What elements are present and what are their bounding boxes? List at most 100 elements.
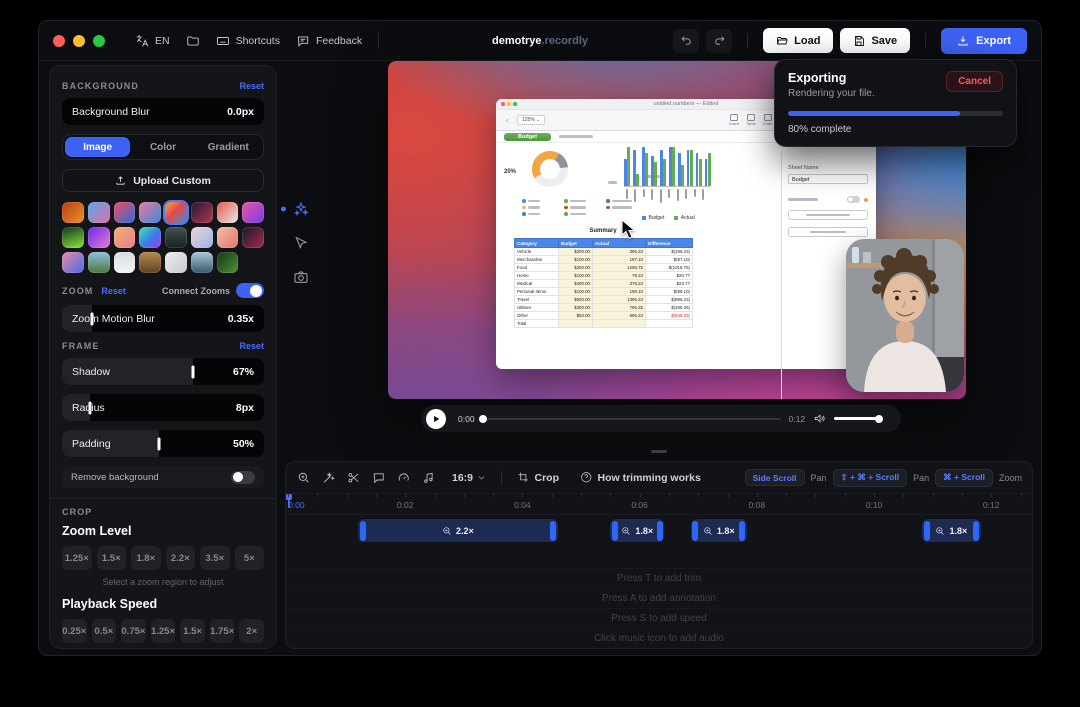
zoom-region-chip[interactable]: 1.8×: [610, 519, 664, 542]
zoom-level-option-1.25x[interactable]: 1.25×: [62, 546, 92, 570]
feedback-button[interactable]: Feedback: [288, 30, 370, 52]
volume-handle[interactable]: [875, 415, 883, 423]
thumbnail-pink-purple[interactable]: [242, 202, 264, 223]
fullscreen-window-button[interactable]: [93, 35, 105, 47]
redo-button[interactable]: [706, 29, 732, 53]
zoom-level-option-5x[interactable]: 5×: [235, 546, 265, 570]
speed-option-0.5x[interactable]: 0.5×: [92, 619, 117, 643]
region-handle-left[interactable]: [612, 521, 618, 541]
thumbnail-white-marble[interactable]: [165, 252, 187, 273]
volume-slider[interactable]: [834, 417, 880, 420]
speed-option-1.5x[interactable]: 1.5×: [180, 619, 205, 643]
connect-zooms-toggle[interactable]: [236, 283, 264, 298]
background-tab-image[interactable]: Image: [65, 137, 130, 157]
speed-button[interactable]: [396, 470, 412, 486]
region-handle-left[interactable]: [924, 521, 930, 541]
region-handle-left[interactable]: [692, 521, 698, 541]
zoom-region-chip[interactable]: 1.8×: [922, 519, 981, 542]
speed-option-0.75x[interactable]: 0.75×: [121, 619, 146, 643]
frame-padding-slider[interactable]: Padding50%: [62, 430, 264, 457]
inspector-toggle[interactable]: [847, 196, 860, 203]
thumbnail-dark-red-curve[interactable]: [242, 227, 264, 248]
volume-icon[interactable]: [813, 412, 826, 425]
background-tab-color[interactable]: Color: [130, 137, 195, 157]
frame-reset-link[interactable]: Reset: [239, 341, 264, 351]
crop-button[interactable]: Crop: [511, 470, 565, 485]
thumbnail-bigsur-red-blue[interactable]: [114, 202, 136, 223]
zoom-level-option-1.5x[interactable]: 1.5×: [97, 546, 127, 570]
projects-button[interactable]: [178, 30, 208, 52]
thumbnail-bigsur-dark[interactable]: [191, 202, 213, 223]
thumbnail-lake-mountains[interactable]: [191, 252, 213, 273]
shortcuts-button[interactable]: Shortcuts: [208, 30, 288, 52]
how-trimming-works-button[interactable]: How trimming works: [574, 470, 707, 485]
thumbnail-pastel-swirl[interactable]: [191, 227, 213, 248]
frame-radius-slider[interactable]: Radius8px: [62, 394, 264, 421]
zoom-level-option-1.8x[interactable]: 1.8×: [131, 546, 161, 570]
sheet-name-input[interactable]: Budget: [788, 174, 868, 184]
region-handle-right[interactable]: [739, 521, 745, 541]
slider-handle[interactable]: [192, 365, 195, 378]
thumbnail-aurora-green[interactable]: [62, 227, 84, 248]
thumbnail-pink-sand[interactable]: [217, 227, 239, 248]
timeline-ruler[interactable]: 0:000:020:040:060:080:100:12: [286, 494, 1032, 515]
background-reset-link[interactable]: Reset: [239, 81, 264, 91]
thumbnail-poppy-orange[interactable]: [62, 202, 84, 223]
export-button[interactable]: Export: [941, 28, 1027, 54]
camera-tool-button[interactable]: [287, 265, 315, 289]
close-window-button[interactable]: [53, 35, 65, 47]
seek-handle[interactable]: [479, 415, 487, 423]
thumbnail-airplane-white[interactable]: [114, 252, 136, 273]
seek-bar[interactable]: [481, 418, 781, 420]
speed-option-1.75x[interactable]: 1.75×: [210, 619, 235, 643]
inspector-button[interactable]: [788, 227, 868, 237]
region-handle-right[interactable]: [973, 521, 979, 541]
zoom-motion-blur-slider[interactable]: Zoom Motion Blur 0.35x: [62, 305, 264, 332]
inspector-button[interactable]: [788, 210, 868, 220]
undo-button[interactable]: [673, 29, 699, 53]
region-handle-left[interactable]: [360, 521, 366, 541]
speed-option-1.25x[interactable]: 1.25×: [151, 619, 176, 643]
thumbnail-bamboo-green[interactable]: [217, 252, 239, 273]
background-blur-slider[interactable]: Background Blur 0.0px: [62, 98, 264, 125]
thumbnail-bigsur-colorful[interactable]: [165, 202, 187, 223]
background-tab-gradient[interactable]: Gradient: [196, 137, 261, 157]
thumbnail-rainbow-silk[interactable]: [139, 227, 161, 248]
remove-background-toggle[interactable]: [231, 471, 255, 484]
thumbnail-peach-pink[interactable]: [114, 227, 136, 248]
zoom-level-option-3.5x[interactable]: 3.5×: [200, 546, 230, 570]
speed-option-0.25x[interactable]: 0.25×: [62, 619, 87, 643]
thumbnail-silk-pink-blue[interactable]: [62, 252, 84, 273]
upload-custom-button[interactable]: Upload Custom: [62, 169, 264, 192]
annotation-button[interactable]: [371, 470, 387, 486]
speed-option-2x[interactable]: 2×: [239, 619, 264, 643]
thumbnail-autumn-forest[interactable]: [139, 252, 161, 273]
thumbnail-aurora-blue-pink[interactable]: [88, 202, 110, 223]
magic-trim-button[interactable]: [321, 470, 337, 486]
thumbnail-purple-pink[interactable]: [88, 227, 110, 248]
thumbnail-wave-red-white[interactable]: [217, 202, 239, 223]
panel-resize-handle[interactable]: [651, 450, 667, 453]
zoom-region-chip[interactable]: 1.8×: [691, 519, 747, 542]
music-button[interactable]: [421, 470, 437, 486]
play-button[interactable]: [426, 409, 446, 429]
language-button[interactable]: EN: [127, 30, 178, 52]
region-handle-right[interactable]: [550, 521, 556, 541]
aspect-ratio-select[interactable]: 16:9: [446, 471, 492, 485]
zoom-region-chip[interactable]: 2.2×: [358, 519, 557, 542]
thumbnail-valley[interactable]: [88, 252, 110, 273]
effects-tool-button[interactable]: [287, 197, 315, 221]
cancel-export-button[interactable]: Cancel: [946, 71, 1003, 92]
thumbnail-dark-mountains[interactable]: [165, 227, 187, 248]
webcam-overlay[interactable]: [846, 239, 964, 392]
timeline-zoom-button[interactable]: [296, 470, 312, 486]
minimize-window-button[interactable]: [73, 35, 85, 47]
frame-shadow-slider[interactable]: Shadow67%: [62, 358, 264, 385]
cut-button[interactable]: [346, 470, 362, 486]
load-button[interactable]: Load: [763, 28, 833, 53]
zoom-reset-link[interactable]: Reset: [101, 286, 126, 296]
region-handle-right[interactable]: [657, 521, 663, 541]
slider-handle[interactable]: [157, 437, 160, 450]
zoom-level-option-2.2x[interactable]: 2.2×: [166, 546, 196, 570]
save-button[interactable]: Save: [840, 28, 910, 53]
